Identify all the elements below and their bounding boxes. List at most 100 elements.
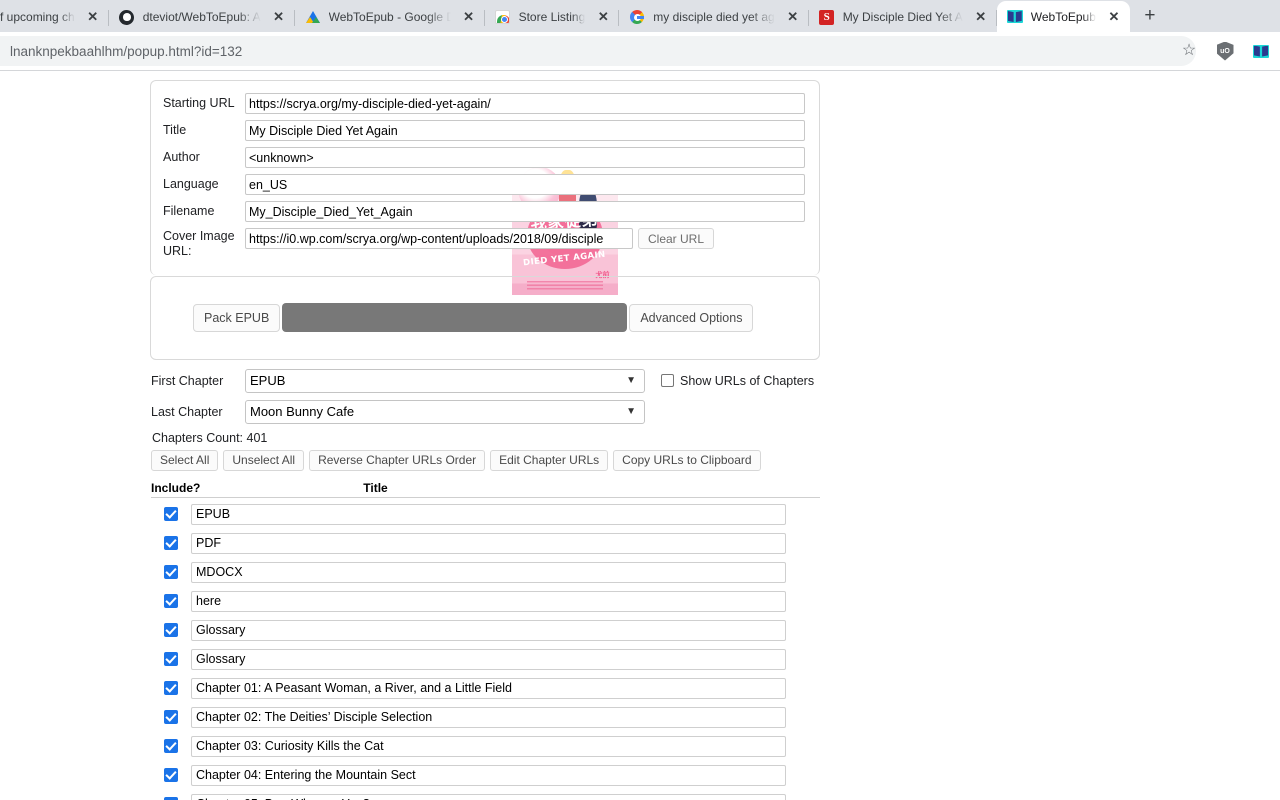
table-row	[151, 761, 820, 790]
tab-close-button[interactable]: ✕	[783, 7, 803, 27]
browser-tab[interactable]: Store Listing ✕	[485, 2, 620, 32]
table-row	[151, 529, 820, 558]
browser-tab[interactable]: S My Disciple Died Yet A ✕	[809, 2, 997, 32]
checkbox-icon	[661, 374, 674, 387]
tab-close-button[interactable]: ✕	[269, 7, 289, 27]
browser-tab[interactable]: dteviot/WebToEpub: A ✕	[109, 2, 295, 32]
chapter-title-input[interactable]	[191, 561, 786, 583]
table-row	[151, 703, 820, 732]
table-row	[151, 645, 820, 674]
pack-epub-button[interactable]: Pack EPUB	[193, 303, 281, 332]
chapter-title-input[interactable]	[191, 532, 786, 554]
tab-close-button[interactable]: ✕	[971, 7, 991, 27]
include-checkbox-cell[interactable]	[151, 565, 191, 579]
tab-title: f upcoming ch	[0, 10, 75, 24]
omnibox-row: lnanknpekbaahlhm/popup.html?id=132 ☆ uO	[0, 32, 1280, 70]
include-checkbox-cell[interactable]	[151, 623, 191, 637]
cover-image-url-label: Cover Image URL:	[163, 229, 235, 258]
google-drive-icon-glyph	[305, 11, 320, 23]
include-checkbox-cell[interactable]	[151, 507, 191, 521]
cover-image-url-input[interactable]	[245, 228, 633, 249]
new-tab-button[interactable]: +	[1136, 2, 1164, 30]
metadata-label: Starting URL	[163, 96, 235, 111]
chapter-action-button[interactable]: Select All	[151, 449, 219, 471]
shield-icon: uO	[1216, 41, 1234, 61]
tab-title: WebToEpub	[1030, 9, 1096, 24]
include-checkbox-cell[interactable]	[151, 536, 191, 550]
checkbox-checked-icon	[164, 536, 178, 550]
chapters-table-header: Include? Title	[151, 481, 820, 498]
metadata-input[interactable]	[245, 93, 805, 114]
browser-tab[interactable]: my disciple died yet ag ✕	[619, 2, 809, 32]
metadata-row: Language	[163, 174, 805, 195]
chapter-action-button[interactable]: Edit Chapter URLs	[490, 449, 609, 471]
checkbox-checked-icon	[164, 681, 178, 695]
table-row	[151, 732, 820, 761]
metadata-row: Title	[163, 120, 805, 141]
column-header-title: Title	[363, 480, 388, 495]
metadata-label: Author	[163, 150, 200, 165]
clear-url-button[interactable]: Clear URL	[638, 228, 715, 249]
pack-progress-bar	[282, 303, 628, 332]
show-urls-of-chapters-checkbox[interactable]: Show URLs of Chapters	[661, 374, 814, 388]
pack-panel: Pack EPUB Advanced Options	[150, 275, 820, 360]
tab-title: my disciple died yet ag	[653, 10, 775, 24]
chapter-action-button[interactable]: Copy URLs to Clipboard	[613, 449, 761, 471]
chrome-web-store-icon	[495, 9, 511, 25]
include-checkbox-cell[interactable]	[151, 681, 191, 695]
chapter-title-input[interactable]	[191, 706, 786, 728]
last-chapter-select[interactable]: Moon Bunny Cafe ▼	[245, 399, 645, 424]
browser-tab[interactable]: WebToEpub - Google D ✕	[295, 2, 485, 32]
column-header-include: Include?	[151, 480, 201, 495]
webtoepub-extension-button[interactable]	[1250, 40, 1272, 62]
chapter-action-button[interactable]: Reverse Chapter URLs Order	[309, 449, 486, 471]
chapter-title-input[interactable]	[191, 735, 786, 757]
chapter-title-input[interactable]	[191, 677, 786, 699]
checkbox-checked-icon	[164, 623, 178, 637]
chapter-action-button[interactable]: Unselect All	[223, 449, 305, 471]
chapter-title-input[interactable]	[191, 619, 786, 641]
tab-title: WebToEpub - Google D	[328, 10, 451, 24]
table-row	[151, 674, 820, 703]
include-checkbox-cell[interactable]	[151, 739, 191, 753]
metadata-input[interactable]	[245, 201, 805, 222]
chapter-title-input[interactable]	[191, 503, 786, 525]
metadata-input[interactable]	[245, 174, 805, 195]
tab-close-button[interactable]: ✕	[593, 7, 613, 27]
include-checkbox-cell[interactable]	[151, 652, 191, 666]
book-icon	[1253, 44, 1269, 58]
metadata-input[interactable]	[245, 147, 805, 168]
chapter-title-input[interactable]	[191, 590, 786, 612]
table-row	[151, 500, 820, 529]
chapter-title-input[interactable]	[191, 648, 786, 670]
last-chapter-row: Last Chapter Moon Bunny Cafe ▼	[151, 399, 820, 424]
google-icon-glyph	[630, 10, 645, 24]
include-checkbox-cell[interactable]	[151, 710, 191, 724]
checkbox-checked-icon	[164, 565, 178, 579]
page-content: 12 MY DISCIPLE 我家徒弟又死了 DIED YET AGAIN 尤前…	[0, 71, 1280, 800]
omnibox-actions: ☆ uO	[1178, 32, 1272, 70]
ublock-extension-button[interactable]: uO	[1214, 40, 1236, 62]
google-icon	[629, 9, 645, 25]
table-row	[151, 558, 820, 587]
chapters-count: Chapters Count: 401	[152, 430, 268, 445]
include-checkbox-cell[interactable]	[151, 768, 191, 782]
browser-tab[interactable]: f upcoming ch ✕	[0, 2, 109, 32]
chapter-title-input[interactable]	[191, 764, 786, 786]
chapter-title-input[interactable]	[191, 793, 786, 800]
tab-close-button[interactable]: ✕	[1104, 7, 1124, 27]
first-chapter-select[interactable]: EPUB ▼	[245, 368, 645, 393]
first-chapter-label: First Chapter	[151, 373, 224, 388]
advanced-options-button[interactable]: Advanced Options	[629, 303, 754, 332]
metadata-input[interactable]	[245, 120, 805, 141]
chapter-controls: First Chapter EPUB ▼ Show URLs of Chapte…	[150, 368, 820, 800]
checkbox-checked-icon	[164, 507, 178, 521]
browser-tab[interactable]: WebToEpub ✕	[996, 1, 1130, 32]
tab-close-button[interactable]: ✕	[459, 7, 479, 27]
address-bar[interactable]: lnanknpekbaahlhm/popup.html?id=132	[0, 36, 1196, 66]
checkbox-checked-icon	[164, 710, 178, 724]
include-checkbox-cell[interactable]	[151, 594, 191, 608]
tab-close-button[interactable]: ✕	[83, 7, 103, 27]
chevron-down-icon: ▼	[626, 406, 636, 417]
bookmark-star-button[interactable]: ☆	[1178, 40, 1200, 62]
